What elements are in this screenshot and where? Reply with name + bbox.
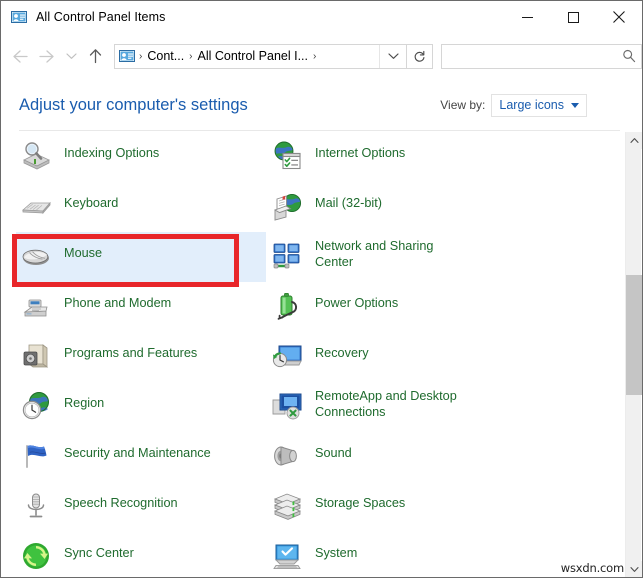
breadcrumb-separator[interactable]: › — [311, 51, 318, 62]
item-label: Sync Center — [64, 532, 134, 561]
address-dropdown-button[interactable] — [379, 45, 406, 68]
scrollbar-down-button[interactable] — [626, 561, 642, 578]
up-button[interactable] — [81, 41, 109, 71]
item-label: RemoteApp and Desktop Connections — [315, 382, 457, 420]
network-and-sharing-center-icon — [271, 240, 303, 272]
scrollbar-thumb[interactable] — [626, 275, 642, 395]
item-label: Power Options — [315, 282, 398, 311]
watermark: wsxdn.com — [560, 561, 625, 575]
control-panel-item-storage-spaces[interactable]: Storage Spaces — [267, 482, 517, 532]
control-panel-item-power-options[interactable]: Power Options — [267, 282, 517, 332]
search-box[interactable] — [441, 44, 642, 69]
control-panel-item-keyboard[interactable]: Keyboard — [16, 182, 266, 232]
item-label: Mouse — [64, 232, 102, 261]
security-and-maintenance-icon — [20, 440, 52, 472]
page-title: Adjust your computer's settings — [19, 96, 248, 115]
item-label: Region — [64, 382, 104, 411]
control-panel-icon — [119, 48, 135, 64]
control-panel-item-mouse[interactable]: Mouse — [16, 232, 266, 282]
sound-icon — [271, 440, 303, 472]
item-label: Storage Spaces — [315, 482, 405, 511]
indexing-options-icon — [20, 140, 52, 172]
control-panel-item-sound[interactable]: Sound — [267, 432, 517, 482]
item-label: Recovery — [315, 332, 369, 361]
sync-center-icon — [20, 540, 52, 572]
items-column-left: Indexing Options Keyboard — [16, 132, 266, 578]
title-bar: All Control Panel Items — [1, 1, 642, 33]
control-panel-item-network-and-sharing-center[interactable]: Network and Sharing Center — [267, 232, 517, 282]
control-panel-item-remoteapp-and-desktop-connections[interactable]: RemoteApp and Desktop Connections — [267, 382, 517, 432]
control-panel-icon — [11, 9, 27, 25]
item-label: Phone and Modem — [64, 282, 171, 311]
recent-locations-button[interactable] — [61, 41, 81, 71]
item-label: Keyboard — [64, 182, 118, 211]
item-label: Internet Options — [315, 132, 405, 161]
control-panel-item-sync-center[interactable]: Sync Center — [16, 532, 266, 578]
view-by-value: Large icons — [499, 98, 564, 112]
view-by-dropdown[interactable]: Large icons — [491, 94, 587, 117]
item-label: System — [315, 532, 357, 561]
control-panel-item-speech-recognition[interactable]: Speech Recognition — [16, 482, 266, 532]
items-column-right: Internet Options — [267, 132, 517, 578]
control-panel-item-internet-options[interactable]: Internet Options — [267, 132, 517, 182]
item-label: Network and Sharing Center — [315, 232, 433, 270]
control-panel-item-security-and-maintenance[interactable]: Security and Maintenance — [16, 432, 266, 482]
control-panel-item-mail[interactable]: Mail (32-bit) — [267, 182, 517, 232]
control-panel-item-phone-and-modem[interactable]: Phone and Modem — [16, 282, 266, 332]
scrollbar-up-button[interactable] — [626, 132, 642, 149]
forward-button[interactable] — [33, 41, 61, 71]
window-title: All Control Panel Items — [36, 10, 165, 24]
phone-and-modem-icon — [20, 290, 52, 322]
mail-icon — [271, 190, 303, 222]
control-panel-items-list: Indexing Options Keyboard — [2, 132, 628, 578]
navigation-bar: › Cont... › All Control Panel I... › — [1, 33, 642, 79]
items-grid: Indexing Options Keyboard — [2, 132, 628, 578]
control-panel-item-recovery[interactable]: Recovery — [267, 332, 517, 382]
control-panel-item-programs-and-features[interactable]: Programs and Features — [16, 332, 266, 382]
storage-spaces-icon — [271, 490, 303, 522]
recovery-icon — [271, 340, 303, 372]
refresh-button[interactable] — [407, 44, 433, 69]
back-button[interactable] — [5, 41, 33, 71]
control-panel-item-region[interactable]: Region — [16, 382, 266, 432]
item-label: Security and Maintenance — [64, 432, 211, 461]
vertical-scrollbar[interactable] — [625, 132, 641, 578]
item-label: Mail (32-bit) — [315, 182, 382, 211]
control-panel-item-indexing-options[interactable]: Indexing Options — [16, 132, 266, 182]
control-panel-window: All Control Panel Items — [0, 0, 643, 578]
item-label: Indexing Options — [64, 132, 159, 161]
header-divider — [19, 130, 620, 131]
caret-down-icon — [571, 103, 579, 108]
breadcrumb-item-all-control-panel-items[interactable]: All Control Panel I... — [195, 49, 311, 63]
region-icon — [20, 390, 52, 422]
maximize-button[interactable] — [550, 1, 596, 33]
address-bar[interactable]: › Cont... › All Control Panel I... › — [114, 44, 407, 69]
mouse-icon — [20, 240, 52, 272]
search-input[interactable] — [442, 49, 617, 63]
view-by-control: View by: Large icons — [440, 94, 587, 117]
power-options-icon — [271, 290, 303, 322]
keyboard-icon — [20, 190, 52, 222]
internet-options-icon — [271, 140, 303, 172]
remoteapp-and-desktop-connections-icon — [271, 390, 303, 422]
breadcrumb-separator[interactable]: › — [137, 51, 144, 62]
item-label: Speech Recognition — [64, 482, 178, 511]
search-icon[interactable] — [617, 49, 641, 63]
header-strip: Adjust your computer's settings View by:… — [1, 79, 642, 131]
view-by-label: View by: — [440, 98, 485, 112]
breadcrumb-separator[interactable]: › — [187, 51, 194, 62]
minimize-button[interactable] — [504, 1, 550, 33]
system-icon — [271, 540, 303, 572]
item-label: Sound — [315, 432, 352, 461]
breadcrumb-item-control-panel[interactable]: Cont... — [144, 49, 187, 63]
window-controls — [504, 1, 642, 33]
item-label: Programs and Features — [64, 332, 197, 361]
programs-and-features-icon — [20, 340, 52, 372]
speech-recognition-icon — [20, 490, 52, 522]
control-panel-item-system[interactable]: System — [267, 532, 517, 578]
close-button[interactable] — [596, 1, 642, 33]
